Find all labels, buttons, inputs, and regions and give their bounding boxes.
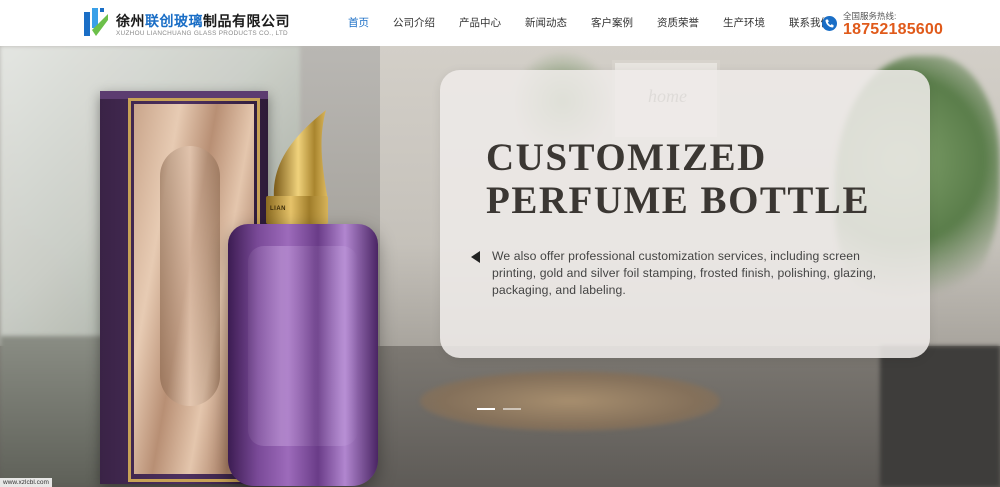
nav-item-cases[interactable]: 客户案例: [579, 0, 645, 46]
hero-description: We also offer professional customization…: [492, 249, 877, 297]
hero-title-line-2: PERFUME BOTTLE: [486, 179, 870, 222]
main-nav: 首页 公司介绍 产品中心 新闻动态 客户案例 资质荣誉 生产环境 联系我们: [336, 0, 843, 46]
background-sofa: [880, 346, 1000, 487]
hero-title: CUSTOMIZED PERFUME BOTTLE: [486, 136, 906, 222]
company-name-en: XUZHOU LIANCHUANG GLASS PRODUCTS CO., LT…: [116, 30, 288, 37]
company-name-cn: 徐州联创玻璃制品有限公司: [116, 13, 290, 29]
site-header: 徐州联创玻璃制品有限公司 XUZHOU LIANCHUANG GLASS PRO…: [0, 0, 1000, 46]
slider-dot-2[interactable]: [503, 408, 521, 410]
bottle-cap: [273, 110, 328, 200]
company-logo[interactable]: 徐州联创玻璃制品有限公司 XUZHOU LIANCHUANG GLASS PRO…: [82, 6, 290, 42]
gift-box-satin-fold: [160, 146, 220, 406]
service-hotline: 全国服务热线: 18752185600: [822, 8, 992, 40]
nav-item-products[interactable]: 产品中心: [447, 0, 513, 46]
nav-item-news[interactable]: 新闻动态: [513, 0, 579, 46]
url-tag: www.xzlcbl.com: [0, 478, 52, 487]
logo-mark-icon: [84, 8, 108, 36]
bottle-collar-label: LIAN: [270, 206, 286, 212]
slider-dot-1[interactable]: [477, 408, 495, 410]
background-table: [420, 371, 720, 431]
phone-icon: [822, 16, 837, 31]
hero-title-line-1: CUSTOMIZED: [486, 136, 767, 179]
nav-item-honors[interactable]: 资质荣誉: [645, 0, 711, 46]
triangle-left-icon: [471, 251, 480, 263]
nav-item-about[interactable]: 公司介绍: [381, 0, 447, 46]
nav-item-home[interactable]: 首页: [336, 0, 381, 46]
perfume-bottle-highlight: [248, 246, 358, 446]
nav-item-factory[interactable]: 生产环境: [711, 0, 777, 46]
slider-pagination: [477, 408, 521, 410]
hotline-number[interactable]: 18752185600: [843, 21, 943, 39]
